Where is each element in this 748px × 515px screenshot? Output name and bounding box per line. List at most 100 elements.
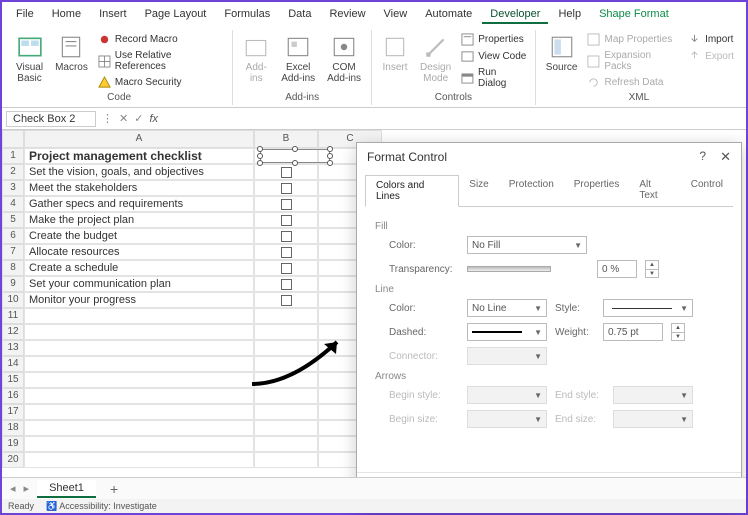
cell[interactable]: Meet the stakeholders (24, 180, 254, 196)
record-macro-button[interactable]: Record Macro (96, 32, 226, 47)
import-button[interactable]: Import (686, 32, 736, 47)
tab-properties[interactable]: Properties (564, 175, 630, 206)
sheet-nav-prev[interactable]: ◂ (10, 482, 18, 495)
cell[interactable]: Create the budget (24, 228, 254, 244)
insert-control-button[interactable]: Insert (378, 32, 412, 90)
row-header[interactable]: 14 (2, 356, 24, 372)
addins-button[interactable]: Add- ins (239, 32, 273, 90)
cell[interactable] (254, 244, 318, 260)
menu-developer[interactable]: Developer (482, 6, 548, 24)
tab-colors-lines[interactable]: Colors and Lines (365, 175, 459, 207)
cell[interactable] (254, 420, 318, 436)
row-header[interactable]: 12 (2, 324, 24, 340)
com-addins-button[interactable]: COM Add-ins (323, 32, 365, 90)
expansion-packs-button[interactable]: Expansion Packs (585, 49, 682, 73)
row-header[interactable]: 9 (2, 276, 24, 292)
row-header[interactable]: 20 (2, 452, 24, 468)
properties-button[interactable]: Properties (459, 32, 529, 47)
cell[interactable] (24, 324, 254, 340)
cell[interactable] (254, 340, 318, 356)
col-header-a[interactable]: A (24, 130, 254, 148)
cell[interactable] (24, 372, 254, 388)
weight-spinner[interactable]: ▲▼ (671, 323, 685, 341)
tab-control[interactable]: Control (681, 175, 733, 206)
status-accessibility[interactable]: ♿ Accessibility: Investigate (46, 501, 157, 512)
cell[interactable] (254, 372, 318, 388)
menu-help[interactable]: Help (550, 6, 589, 24)
add-sheet-button[interactable]: + (102, 481, 126, 497)
confirm-formula-icon[interactable]: ✓ (134, 112, 143, 125)
checkbox-control[interactable] (281, 183, 292, 194)
menu-review[interactable]: Review (321, 6, 373, 24)
line-dashed-combo[interactable]: ▼ (467, 323, 547, 341)
transparency-value[interactable]: 0 % (597, 260, 637, 278)
menu-shape-format[interactable]: Shape Format (591, 6, 677, 24)
cell[interactable] (254, 452, 318, 468)
namebox-dropdown-icon[interactable]: ⋮ (102, 112, 113, 125)
refresh-data-button[interactable]: Refresh Data (585, 75, 682, 90)
fill-color-combo[interactable]: No Fill▼ (467, 236, 587, 254)
select-all-corner[interactable] (2, 130, 24, 148)
cell[interactable] (254, 260, 318, 276)
cell[interactable] (24, 420, 254, 436)
tab-protection[interactable]: Protection (499, 175, 564, 206)
macros-button[interactable]: Macros (51, 32, 92, 90)
export-button[interactable]: Export (686, 49, 736, 64)
menu-page-layout[interactable]: Page Layout (137, 6, 215, 24)
fx-icon[interactable]: fx (149, 113, 158, 125)
checkbox-control[interactable] (281, 167, 292, 178)
cell[interactable] (254, 276, 318, 292)
cell[interactable] (24, 388, 254, 404)
transparency-slider[interactable] (467, 266, 551, 272)
cell[interactable] (254, 292, 318, 308)
row-header[interactable]: 15 (2, 372, 24, 388)
row-header[interactable]: 4 (2, 196, 24, 212)
cell[interactable] (254, 436, 318, 452)
cell[interactable] (254, 228, 318, 244)
cell[interactable] (254, 212, 318, 228)
cell[interactable] (24, 308, 254, 324)
cell[interactable] (254, 164, 318, 180)
row-header[interactable]: 16 (2, 388, 24, 404)
cell[interactable] (24, 404, 254, 420)
menu-file[interactable]: File (8, 6, 42, 24)
cell[interactable]: Set your communication plan (24, 276, 254, 292)
row-header[interactable]: 18 (2, 420, 24, 436)
cell[interactable] (254, 196, 318, 212)
cell[interactable]: Make the project plan (24, 212, 254, 228)
tab-size[interactable]: Size (459, 175, 498, 206)
design-mode-button[interactable]: Design Mode (416, 32, 455, 90)
cell[interactable]: Monitor your progress (24, 292, 254, 308)
cell[interactable] (254, 388, 318, 404)
cell[interactable] (24, 452, 254, 468)
cell[interactable] (254, 180, 318, 196)
row-header[interactable]: 5 (2, 212, 24, 228)
sheet-nav-next[interactable]: ▸ (24, 482, 32, 495)
sheet-tab[interactable]: Sheet1 (37, 480, 96, 498)
tab-alt-text[interactable]: Alt Text (629, 175, 680, 206)
row-header[interactable]: 7 (2, 244, 24, 260)
name-box[interactable]: Check Box 2 (6, 111, 96, 127)
cell[interactable] (24, 356, 254, 372)
macro-security-button[interactable]: Macro Security (96, 75, 226, 90)
transparency-spinner[interactable]: ▲▼ (645, 260, 659, 278)
checkbox-control[interactable] (281, 215, 292, 226)
cell[interactable] (254, 404, 318, 420)
cell[interactable]: Allocate resources (24, 244, 254, 260)
line-weight-value[interactable]: 0.75 pt (603, 323, 663, 341)
cell[interactable] (254, 356, 318, 372)
checkbox-control[interactable] (281, 231, 292, 242)
dialog-close-icon[interactable]: ✕ (720, 149, 731, 165)
cell[interactable] (254, 324, 318, 340)
cell[interactable]: Gather specs and requirements (24, 196, 254, 212)
row-header[interactable]: 1 (2, 148, 24, 164)
map-properties-button[interactable]: Map Properties (585, 32, 682, 47)
row-header[interactable]: 11 (2, 308, 24, 324)
relative-refs-button[interactable]: Use Relative References (96, 49, 226, 73)
menu-insert[interactable]: Insert (91, 6, 135, 24)
row-header[interactable]: 2 (2, 164, 24, 180)
view-code-button[interactable]: View Code (459, 49, 529, 64)
cancel-formula-icon[interactable]: ✕ (119, 112, 128, 125)
menu-view[interactable]: View (376, 6, 416, 24)
cell[interactable]: Create a schedule (24, 260, 254, 276)
